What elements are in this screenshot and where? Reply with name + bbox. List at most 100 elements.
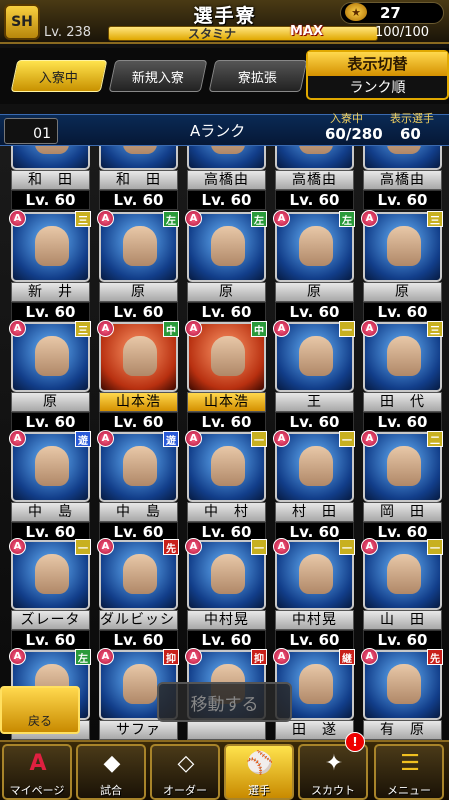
player-level: Lv. 60 xyxy=(99,302,178,322)
player-level: Lv. 60 xyxy=(187,630,266,650)
tab-expand[interactable]: 寮拡張 xyxy=(208,60,308,92)
player-card[interactable]: A 三田 代 Lv. 60 xyxy=(361,320,443,432)
player-face xyxy=(35,226,69,266)
player-name: 中村晃 xyxy=(275,610,354,630)
tab-new-entry[interactable]: 新規入寮 xyxy=(108,60,208,92)
nav-label: 選手 xyxy=(248,784,270,797)
rank-a-icon: A xyxy=(185,648,202,665)
player-card[interactable]: A 左原 Lv. 60 xyxy=(273,210,355,322)
tab-resident[interactable]: 入寮中 xyxy=(10,60,108,92)
position-badge: 三 xyxy=(427,211,443,227)
player-name xyxy=(187,720,266,740)
player-name: 高橋由 xyxy=(275,170,354,190)
player-card[interactable]: A 左原 Lv. 60 xyxy=(97,210,179,322)
player-name: 原 xyxy=(275,282,354,302)
display-count-label: 表示選手 xyxy=(390,112,434,125)
player-card[interactable]: A二岡 田 Lv. 60 xyxy=(361,430,443,542)
player-level: Lv. 60 xyxy=(11,630,90,650)
position-badge: 継 xyxy=(339,649,355,665)
display-switch-button[interactable]: 表示切替 ランク順 xyxy=(306,50,449,100)
player-face xyxy=(299,664,333,704)
player-card[interactable]: A一中 村 Lv. 60 xyxy=(185,430,267,542)
player-card[interactable]: A 一中村晃 Lv. 60 xyxy=(185,538,267,650)
player-name: ダルビッシュ xyxy=(99,610,178,630)
position-badge: 一 xyxy=(339,539,355,555)
scout-icon: ✦ xyxy=(324,751,344,776)
back-button[interactable]: 戻る xyxy=(0,686,80,734)
stamina-label: スタミナ xyxy=(188,27,237,41)
player-card[interactable]: A 一王 Lv. 60 xyxy=(273,320,355,432)
rank-a-icon: A xyxy=(273,430,290,447)
nav-scout[interactable]: ✦ スカウト xyxy=(298,744,368,800)
player-card[interactable]: A 三原 Lv. 60 xyxy=(9,320,91,432)
nav-label: 試合 xyxy=(100,784,122,797)
rank-a-icon: A xyxy=(9,538,26,555)
player-name: ズレータ xyxy=(11,610,90,630)
player-portrait xyxy=(275,146,354,170)
player-card[interactable]: A左和 田Lv. 60 xyxy=(11,146,90,210)
player-face xyxy=(123,336,157,376)
rank-a-icon: A xyxy=(185,320,202,337)
position-badge: 左 xyxy=(339,211,355,227)
player-card[interactable]: A一村 田 Lv. 60 xyxy=(273,430,355,542)
rank-a-icon: A xyxy=(361,430,378,447)
nav-label: オーダー xyxy=(163,784,207,797)
player-card[interactable]: A 中山本浩 Lv. 60 xyxy=(97,320,179,432)
player-name: サファ xyxy=(99,720,178,740)
rank-a-icon: A xyxy=(361,538,378,555)
position-badge: 左 xyxy=(163,211,179,227)
player-level: Lv. 60 xyxy=(187,190,266,210)
rank-a-icon: A xyxy=(273,648,290,665)
player-level: Lv. 60 xyxy=(11,412,90,432)
rank-a-icon: A xyxy=(273,538,290,555)
player-face xyxy=(387,664,421,704)
player-name: 岡 田 xyxy=(363,502,442,522)
nav-menu[interactable]: ☰ メニュー xyxy=(374,744,444,800)
player-card[interactable]: A左高橋由Lv. 60 xyxy=(363,146,442,210)
nav-order[interactable]: ◇ オーダー xyxy=(150,744,220,800)
player-face xyxy=(387,146,421,154)
player-card[interactable]: A遊中 島 Lv. 60 xyxy=(9,430,91,542)
rank-a-icon: A xyxy=(361,320,378,337)
position-badge: 二 xyxy=(427,431,443,447)
player-card[interactable]: A先有 原Lv. 60 xyxy=(361,648,443,746)
player-face xyxy=(211,336,245,376)
position-badge: 中 xyxy=(163,321,179,337)
rank-a-icon: A xyxy=(97,430,114,447)
player-card[interactable]: A 左原 Lv. 60 xyxy=(185,210,267,322)
player-card[interactable]: A 三原 Lv. 60 xyxy=(361,210,443,322)
rank-a-icon: A xyxy=(97,210,114,227)
menu-icon: ☰ xyxy=(400,751,420,776)
player-name: 高橋由 xyxy=(187,170,266,190)
player-face xyxy=(211,554,245,594)
nav-player[interactable]: ⚾ 選手 xyxy=(224,744,294,800)
rank-a-icon: A xyxy=(97,538,114,555)
stamina-bar xyxy=(108,26,378,41)
player-face xyxy=(211,446,245,486)
player-card[interactable]: A左高橋由Lv. 60 xyxy=(275,146,354,210)
player-card[interactable]: A左和 田Lv. 60 xyxy=(99,146,178,210)
player-name: 村 田 xyxy=(275,502,354,522)
player-icon: ⚾ xyxy=(246,751,274,776)
nav-label: メニュー xyxy=(387,784,431,797)
player-card[interactable]: A遊中 島 Lv. 60 xyxy=(97,430,179,542)
move-button[interactable]: 移動する xyxy=(157,682,292,722)
player-card[interactable]: A 一中村晃 Lv. 60 xyxy=(273,538,355,650)
player-card[interactable]: A 三新 井 Lv. 60 xyxy=(9,210,91,322)
player-card[interactable]: A左高橋由Lv. 60 xyxy=(187,146,266,210)
rank-a-icon: A xyxy=(361,210,378,227)
player-level: Lv. 60 xyxy=(363,190,442,210)
nav-game[interactable]: ◆ 試合 xyxy=(76,744,146,800)
rank-a-icon: A xyxy=(97,648,114,665)
player-level: Lv. 60 xyxy=(275,630,354,650)
player-level: Lv. 60 xyxy=(363,302,442,322)
player-level: Lv. 60 xyxy=(187,302,266,322)
player-level: Lv. 60 xyxy=(275,302,354,322)
player-card[interactable]: A 先ダルビッシュLv. 60 xyxy=(97,538,179,650)
player-card[interactable]: A 一ズレータ Lv. 60 xyxy=(9,538,91,650)
page-indicator[interactable]: 01 xyxy=(4,118,58,144)
player-name: 中 島 xyxy=(99,502,178,522)
nav-mypage[interactable]: A マイページ xyxy=(2,744,72,800)
player-card[interactable]: A 一山 田 Lv. 60 xyxy=(361,538,443,650)
player-card[interactable]: A 中山本浩 Lv. 60 xyxy=(185,320,267,432)
